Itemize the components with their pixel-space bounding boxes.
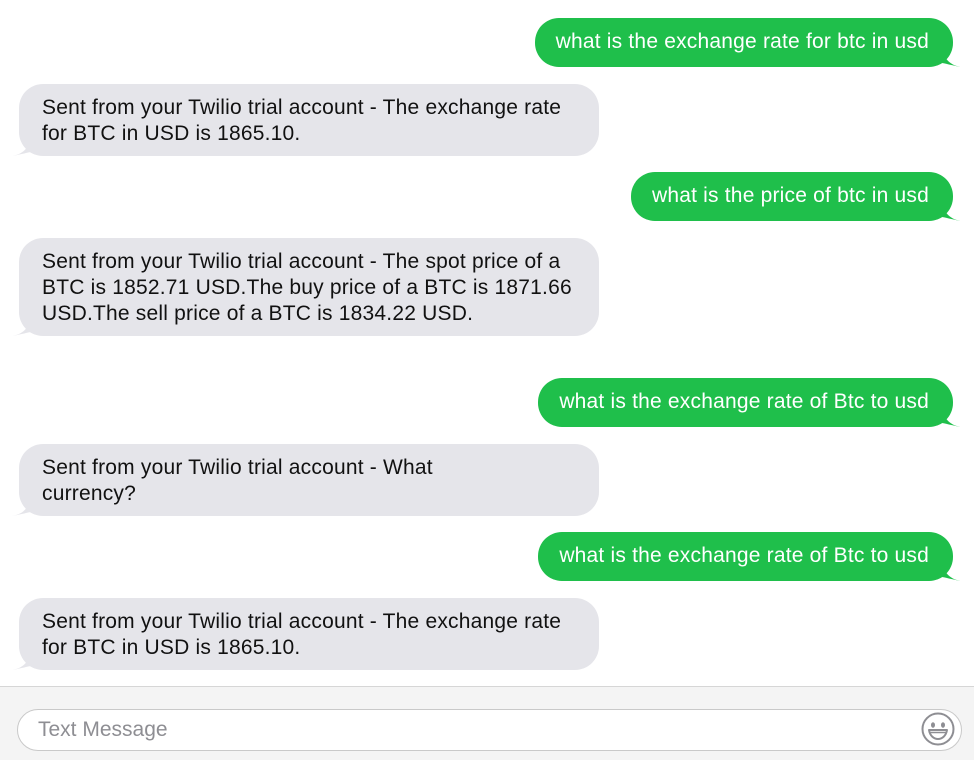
bubble-tail-icon (942, 411, 962, 427)
sent-message-bubble[interactable]: what is the price of btc in usd (630, 172, 962, 221)
received-message-bubble[interactable]: Sent from your Twilio trial account - Wh… (11, 444, 599, 516)
message-text: Sent from your Twilio trial account - Th… (42, 96, 562, 145)
message-text: Sent from your Twilio trial account - Th… (42, 250, 572, 325)
sent-message-bubble[interactable]: what is the exchange rate for btc in usd (534, 18, 962, 67)
message-text: what is the exchange rate of Btc to usd (559, 544, 929, 567)
message-text: Sent from your Twilio trial account - Th… (42, 610, 562, 659)
emoji-smiley-icon[interactable] (920, 711, 956, 747)
message-text: what is the exchange rate of Btc to usd (559, 390, 929, 413)
sent-message-bubble[interactable]: what is the exchange rate of Btc to usd (538, 532, 962, 581)
bubble-tail-icon (942, 205, 962, 221)
sent-message-bubble[interactable]: what is the exchange rate of Btc to usd (538, 378, 962, 427)
bubble-tail-icon (11, 320, 31, 336)
message-text: what is the price of btc in usd (651, 184, 929, 207)
bubble-tail-icon (11, 140, 31, 156)
bubble-tail-icon (11, 500, 31, 516)
messages-window: what is the exchange rate for btc in usd… (0, 0, 974, 760)
received-message-bubble[interactable]: Sent from your Twilio trial account - Th… (11, 238, 599, 336)
received-message-bubble[interactable]: Sent from your Twilio trial account - Th… (11, 84, 599, 156)
compose-bar (0, 687, 974, 760)
bubble-tail-icon (942, 51, 962, 67)
bubble-tail-icon (942, 565, 962, 581)
message-text: what is the exchange rate for btc in usd (555, 30, 929, 53)
message-text: Sent from your Twilio trial account - Wh… (42, 456, 433, 505)
message-transcript[interactable]: what is the exchange rate for btc in usd… (0, 0, 974, 686)
bubble-tail-icon (11, 654, 31, 670)
received-message-bubble[interactable]: Sent from your Twilio trial account - Th… (11, 598, 599, 670)
text-message-input[interactable] (17, 709, 962, 751)
